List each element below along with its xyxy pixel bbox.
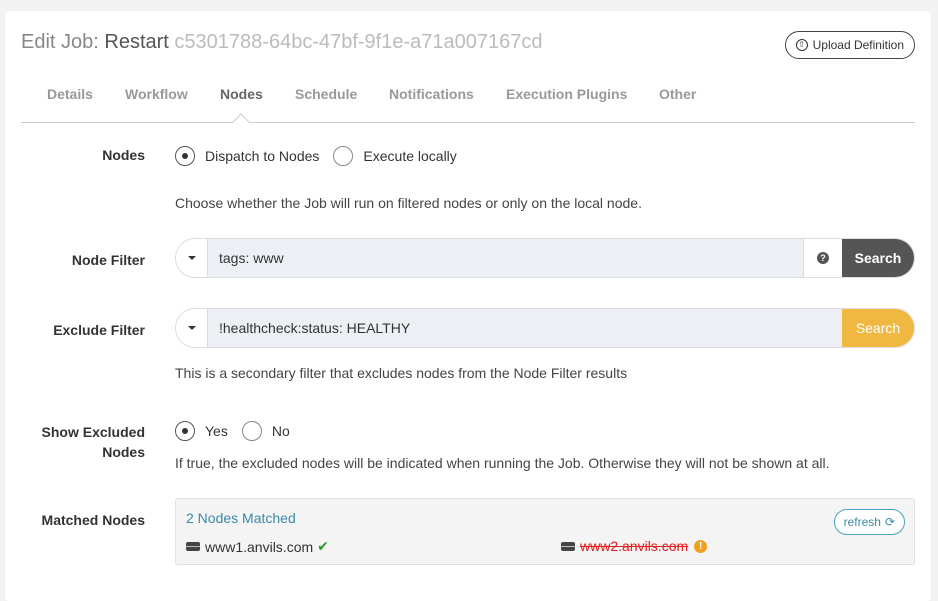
tab-nodes[interactable]: Nodes <box>220 85 263 122</box>
warning-icon: ! <box>694 539 708 553</box>
node-filter-search-button[interactable]: Search <box>842 239 914 277</box>
title-prefix: Edit Job: <box>21 31 105 53</box>
tab-other[interactable]: Other <box>659 85 696 122</box>
radio-selected-dot <box>182 428 188 434</box>
tab-schedule[interactable]: Schedule <box>295 85 357 122</box>
server-icon <box>561 541 575 551</box>
server-icon <box>186 542 200 551</box>
show-excluded-no-radio[interactable] <box>241 421 262 441</box>
tab-execution-plugins[interactable]: Execution Plugins <box>506 85 627 122</box>
upload-definition-label: Upload Definition <box>812 38 904 52</box>
filter-help-button[interactable]: ? <box>803 239 842 277</box>
show-excluded-radio-group: Yes No <box>175 421 304 441</box>
exclude-filter-group: Search <box>175 308 915 348</box>
node-name[interactable]: www1.anvils.com <box>205 539 313 555</box>
page-title: Edit Job: Restart c5301788-64bc-47bf-9f1… <box>21 31 543 54</box>
node-name-excluded[interactable]: www2.anvils.com <box>580 538 688 554</box>
exclude-filter-help-text: This is a secondary filter that excludes… <box>175 365 628 381</box>
nodes-radio-group: Dispatch to Nodes Execute locally <box>175 146 471 166</box>
job-edit-card: Edit Job: Restart c5301788-64bc-47bf-9f1… <box>5 11 931 601</box>
node-filter-label: Node Filter <box>71 252 145 268</box>
refresh-label: refresh <box>843 515 881 529</box>
nodes-matched-link[interactable]: 2 Nodes Matched <box>186 510 296 526</box>
upload-icon: ⇧ <box>795 39 808 51</box>
show-excluded-label: Show Excluded Nodes <box>5 422 145 462</box>
refresh-button[interactable]: refresh ⟳ <box>833 509 905 535</box>
caret-down-icon <box>187 326 196 330</box>
tab-bar: Details Workflow Nodes Schedule Notifica… <box>21 85 915 123</box>
nodes-help-text: Choose whether the Job will run on filte… <box>175 195 642 211</box>
check-icon: ✔ <box>317 538 329 554</box>
node-filter-dropdown[interactable] <box>176 239 208 277</box>
show-excluded-label-line1: Show Excluded <box>41 424 145 440</box>
matched-nodes-label: Matched Nodes <box>41 512 145 528</box>
node-filter-group: ? Search <box>175 238 915 278</box>
radio-selected-dot <box>182 153 188 159</box>
tab-workflow[interactable]: Workflow <box>125 85 188 122</box>
list-item: www2.anvils.com ! <box>561 538 708 554</box>
dispatch-to-nodes-label[interactable]: Dispatch to Nodes <box>205 148 319 164</box>
caret-down-icon <box>187 256 196 260</box>
nodes-label: Nodes <box>102 147 145 163</box>
exclude-filter-input[interactable] <box>208 309 842 347</box>
show-excluded-no-label[interactable]: No <box>272 423 290 439</box>
show-excluded-yes-label[interactable]: Yes <box>205 423 228 439</box>
upload-definition-button[interactable]: ⇧ Upload Definition <box>784 31 915 59</box>
tab-details[interactable]: Details <box>47 85 93 122</box>
show-excluded-yes-radio[interactable] <box>175 421 195 441</box>
show-excluded-help-text: If true, the excluded nodes will be indi… <box>175 455 830 471</box>
list-item: www1.anvils.com ✔ <box>186 538 329 555</box>
exclude-filter-label: Exclude Filter <box>53 322 145 338</box>
tab-notifications[interactable]: Notifications <box>389 85 474 122</box>
job-id: c5301788-64bc-47bf-9f1e-a71a007167cd <box>174 31 543 53</box>
matched-nodes-panel: 2 Nodes Matched refresh ⟳ www1.anvils.co… <box>175 498 915 565</box>
node-filter-input[interactable] <box>208 239 803 277</box>
show-excluded-label-line2: Nodes <box>102 444 145 460</box>
question-icon: ? <box>817 252 829 264</box>
dispatch-to-nodes-radio[interactable] <box>175 146 195 166</box>
execute-locally-radio[interactable] <box>333 146 354 166</box>
refresh-icon: ⟳ <box>884 515 895 529</box>
execute-locally-label[interactable]: Execute locally <box>363 148 456 164</box>
exclude-filter-search-button[interactable]: Search <box>842 309 914 347</box>
job-name: Restart <box>104 31 169 53</box>
exclude-filter-dropdown[interactable] <box>176 309 208 347</box>
